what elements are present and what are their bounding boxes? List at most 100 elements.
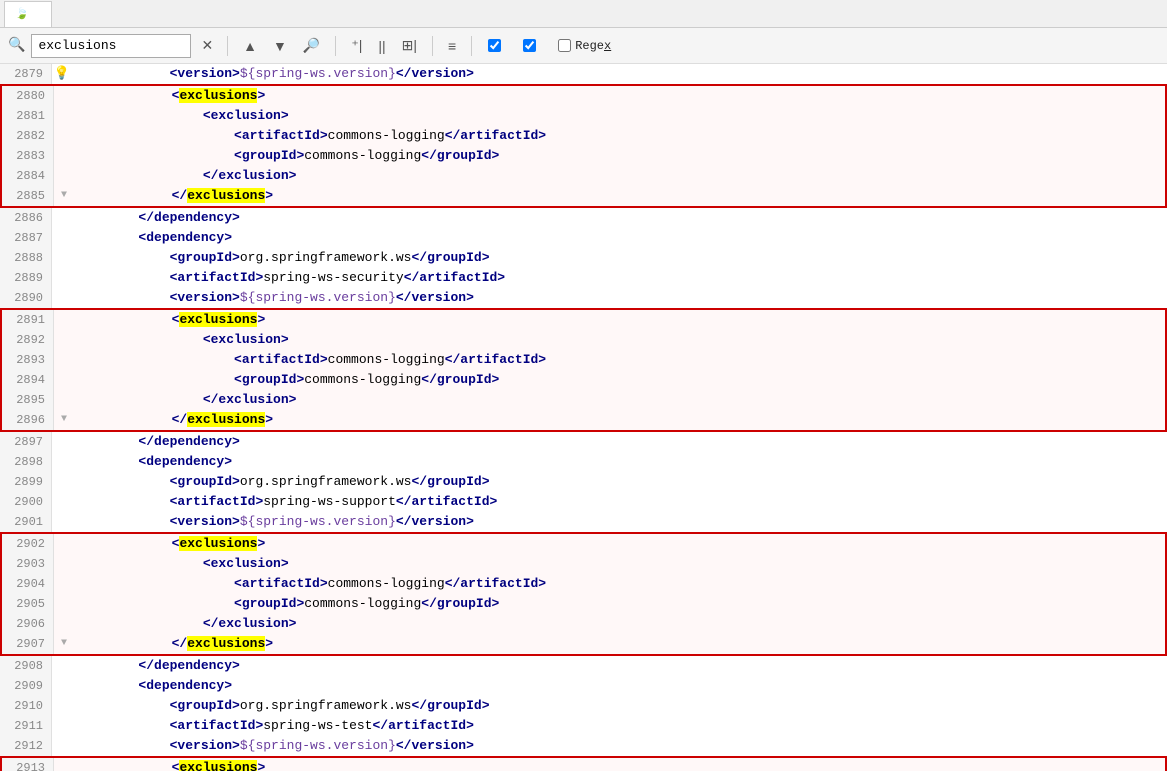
regex-checkbox[interactable] xyxy=(558,39,571,52)
line-number: 2899 xyxy=(0,472,52,492)
line-code: <exclusion> xyxy=(74,554,1165,574)
line-number: 2905 xyxy=(2,594,54,614)
line-number: 2909 xyxy=(0,676,52,696)
fold-icon[interactable]: ▼ xyxy=(61,186,67,206)
line-code: <exclusion> xyxy=(74,330,1165,350)
xml-tag: <dependency> xyxy=(138,678,232,693)
xml-tag: <version> xyxy=(170,514,240,529)
line-number: 2898 xyxy=(0,452,52,472)
table-row: 2886 </dependency> xyxy=(0,208,1167,228)
xml-tag: </artifactId> xyxy=(404,270,505,285)
xml-tag: <version> xyxy=(170,290,240,305)
xml-tag: </exclusions> xyxy=(172,412,273,427)
line-code: <version>${spring-ws.version}</version> xyxy=(72,736,1167,756)
line-code: <artifactId>spring-ws-test</artifactId> xyxy=(72,716,1167,736)
gutter-cell: ▼ xyxy=(54,634,74,654)
help-button[interactable] xyxy=(623,44,633,48)
xml-var: ${spring-ws.version} xyxy=(240,290,396,305)
line-code: <version>${spring-ws.version}</version> xyxy=(72,64,1167,84)
search-bar: 🔍 ✕ ▲ ▼ 🔎 ⁺| || ⊞| ≡ Regex xyxy=(0,28,1167,64)
xml-tag: </groupId> xyxy=(421,148,499,163)
next-match-button[interactable]: ▼ xyxy=(268,36,292,56)
line-code: </exclusions> xyxy=(74,186,1165,206)
line-number: 2884 xyxy=(2,166,54,186)
xml-tag: </artifactId> xyxy=(445,352,546,367)
line-code: <version>${spring-ws.version}</version> xyxy=(72,288,1167,308)
search-input-wrap[interactable] xyxy=(31,34,191,58)
find-all-button[interactable]: 🔎 xyxy=(298,35,325,56)
line-code: </exclusions> xyxy=(74,634,1165,654)
table-row: 2896 ▼ </exclusions> xyxy=(2,410,1165,430)
xml-tag: </groupId> xyxy=(421,372,499,387)
regex-option[interactable]: Regex xyxy=(552,37,617,55)
line-number: 2886 xyxy=(0,208,52,228)
line-code: <artifactId>spring-ws-support</artifactI… xyxy=(72,492,1167,512)
match-case-option[interactable] xyxy=(482,37,511,54)
xml-tag: <artifactId> xyxy=(234,352,328,367)
line-number: 2903 xyxy=(2,554,54,574)
table-row: 2905 <groupId>commons-logging</groupId> xyxy=(2,594,1165,614)
gutter-cell xyxy=(54,614,74,634)
gutter-cell xyxy=(52,472,72,492)
xml-tag: <exclusions> xyxy=(172,312,266,327)
line-number: 2892 xyxy=(2,330,54,350)
words-option[interactable] xyxy=(517,37,546,54)
match-case-checkbox[interactable] xyxy=(488,39,501,52)
table-row: 2903 <exclusion> xyxy=(2,554,1165,574)
xml-tag: <exclusions> xyxy=(172,536,266,551)
table-row: 2890 <version>${spring-ws.version}</vers… xyxy=(0,288,1167,308)
prev-match-button[interactable]: ▲ xyxy=(238,36,262,56)
line-number: 2882 xyxy=(2,126,54,146)
fold-icon[interactable]: ▼ xyxy=(61,634,67,654)
xml-tag: <exclusion> xyxy=(203,332,289,347)
xml-tag: </artifactId> xyxy=(372,718,473,733)
xml-tag: </groupId> xyxy=(421,596,499,611)
table-row: 2885▼ </exclusions> xyxy=(2,186,1165,206)
gutter-cell xyxy=(52,736,72,756)
line-code: </dependency> xyxy=(72,656,1167,676)
clear-search-button[interactable]: ✕ xyxy=(197,35,217,56)
table-row: 2913 <exclusions> xyxy=(2,758,1165,771)
table-row: 2888 <groupId>org.springframework.ws</gr… xyxy=(0,248,1167,268)
words-checkbox[interactable] xyxy=(523,39,536,52)
xml-tag: <exclusions> xyxy=(172,760,266,771)
fold-icon[interactable]: ▼ xyxy=(61,410,67,430)
xml-tag: <dependency> xyxy=(138,454,232,469)
multiline-button[interactable]: ⊞| xyxy=(397,35,422,56)
gutter-cell xyxy=(54,146,74,166)
line-code: </exclusion> xyxy=(74,614,1165,634)
search-icon: 🔍 xyxy=(8,37,25,54)
gutter-cell xyxy=(54,126,74,146)
select-all-occurrences-button[interactable]: || xyxy=(373,36,390,56)
code-scroll-area[interactable]: 2879💡 <version>${spring-ws.version}</ver… xyxy=(0,64,1167,771)
table-row: 2894 <groupId>commons-logging</groupId> xyxy=(2,370,1165,390)
line-number: 2896 xyxy=(2,410,54,430)
gutter-cell xyxy=(52,696,72,716)
xml-tag: </dependency> xyxy=(138,434,239,449)
xml-tag: <artifactId> xyxy=(170,270,264,285)
xml-tag: </exclusion> xyxy=(203,168,297,183)
search-divider-4 xyxy=(471,36,472,56)
exclusions-block: 2902 <exclusions>2903 <exclusion>2904 <a… xyxy=(0,532,1167,656)
table-row: 2912 <version>${spring-ws.version}</vers… xyxy=(0,736,1167,756)
table-row: 2881 <exclusion> xyxy=(2,106,1165,126)
xml-tag: <artifactId> xyxy=(170,718,264,733)
line-number: 2889 xyxy=(0,268,52,288)
search-highlight: exclusions xyxy=(187,188,265,203)
line-code: <version>${spring-ws.version}</version> xyxy=(72,512,1167,532)
add-occurrence-button[interactable]: ⁺| xyxy=(346,35,367,56)
line-number: 2902 xyxy=(2,534,54,554)
search-input[interactable] xyxy=(38,38,158,53)
xml-tag: </exclusion> xyxy=(203,616,297,631)
line-code: <groupId>commons-logging</groupId> xyxy=(74,146,1165,166)
gutter-cell xyxy=(52,268,72,288)
table-row: 2891 <exclusions> xyxy=(2,310,1165,330)
table-row: 2880 <exclusions> xyxy=(2,86,1165,106)
file-tab[interactable]: 🍃 xyxy=(4,1,52,27)
line-code: <artifactId>commons-logging</artifactId> xyxy=(74,574,1165,594)
filter-button[interactable]: ≡ xyxy=(443,36,461,56)
xml-tag: <groupId> xyxy=(170,250,240,265)
line-number: 2880 xyxy=(2,86,54,106)
search-highlight: exclusions xyxy=(179,312,257,327)
line-code: </dependency> xyxy=(72,432,1167,452)
